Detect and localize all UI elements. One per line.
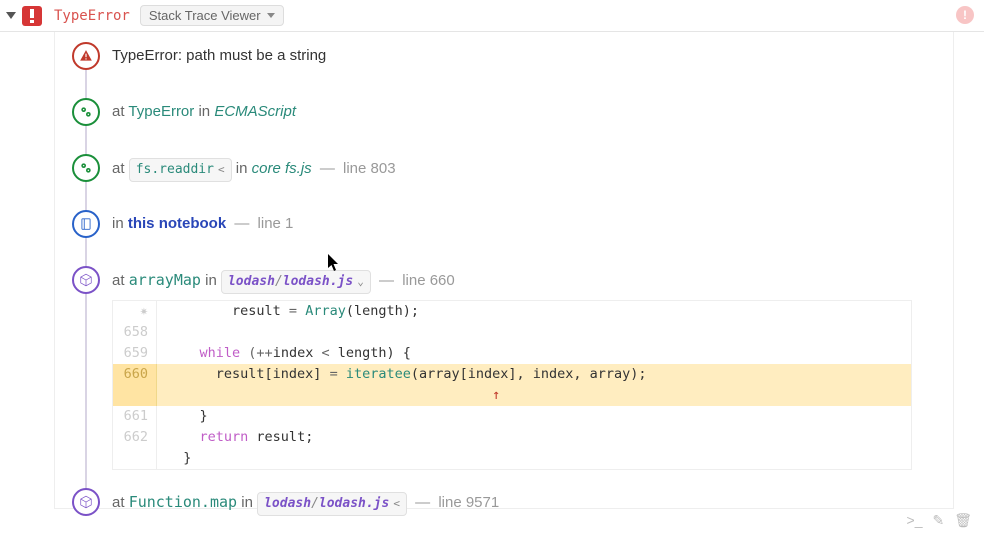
path-pill[interactable]: lodash/lodash.js ⌄ <box>221 270 371 294</box>
trash-icon[interactable]: 🗑 <box>954 512 972 529</box>
code-content: result = Array(length); <box>157 301 911 322</box>
at-label: at <box>112 103 125 120</box>
code-content <box>157 322 911 343</box>
code-snippet: ✷ result = Array(length);658659 while (+… <box>112 300 912 470</box>
error-badge-icon <box>22 6 42 26</box>
code-content: ↑ <box>157 385 911 406</box>
in-label: in <box>205 272 217 289</box>
stack-timeline: TypeError: path must be a string at Type… <box>32 42 984 516</box>
at-label: at <box>112 272 125 289</box>
code-content: result[index] = iteratee(array[index], i… <box>157 364 911 385</box>
gutter: 661 <box>113 406 157 427</box>
frame-function-map: at Function.map in lodash/lodash.js < — … <box>32 488 984 516</box>
chevron-left-icon: < <box>218 160 225 180</box>
dash: — <box>320 160 335 177</box>
gutter: 659 <box>113 343 157 364</box>
fn-link[interactable]: TypeError <box>128 103 194 120</box>
code-content: } <box>157 406 911 427</box>
path-pill[interactable]: lodash/lodash.js < <box>257 492 407 516</box>
chevron-down-icon: ⌄ <box>357 272 364 292</box>
viewer-select-label: Stack Trace Viewer <box>149 8 261 23</box>
code-line: 659 while (++index < length) { <box>113 343 911 364</box>
in-label: in <box>241 494 253 511</box>
code-content: while (++index < length) { <box>157 343 911 364</box>
code-line: ✷ result = Array(length); <box>113 301 911 322</box>
edit-icon[interactable]: ✎ <box>932 512 944 529</box>
alert-triangle-icon <box>72 42 100 70</box>
at-label: at <box>112 160 125 177</box>
frame-error: TypeError: path must be a string <box>32 42 984 70</box>
gutter: 660 <box>113 364 157 385</box>
package-icon <box>72 488 100 516</box>
frame-notebook: in this notebook — line 1 <box>32 210 984 238</box>
in-label: in <box>112 215 124 232</box>
fn-pill-label: fs.readdir <box>136 160 214 180</box>
fn-label[interactable]: Function.map <box>129 493 237 511</box>
error-message: TypeError: path must be a string <box>112 47 326 64</box>
viewer-select[interactable]: Stack Trace Viewer <box>140 5 284 26</box>
chevron-down-icon <box>267 13 275 18</box>
line-info: line 660 <box>402 272 455 289</box>
line-info: line 1 <box>258 215 294 232</box>
at-label: at <box>112 494 125 511</box>
code-line: } <box>113 448 911 469</box>
error-caret-icon: ↑ <box>492 387 500 403</box>
code-line: 662 return result; <box>113 427 911 448</box>
error-type-label: TypeError <box>54 8 130 24</box>
in-label: in <box>198 103 210 120</box>
terminal-icon[interactable]: >_ <box>907 512 923 529</box>
source-label[interactable]: ECMAScript <box>214 103 296 120</box>
fn-label[interactable]: arrayMap <box>129 271 201 289</box>
code-content: return result; <box>157 427 911 448</box>
code-line-highlighted: ↑ <box>113 385 911 406</box>
gutter <box>113 385 157 406</box>
package-icon <box>72 266 100 294</box>
code-line-highlighted: 660 result[index] = iteratee(array[index… <box>113 364 911 385</box>
in-label: in <box>236 160 248 177</box>
warning-dot-icon[interactable] <box>956 6 974 24</box>
frame-fs-readdir: at fs.readdir < in core fs.js — line 803 <box>32 154 984 182</box>
gears-icon <box>72 98 100 126</box>
code-line: 661 } <box>113 406 911 427</box>
code-content: } <box>157 448 911 469</box>
dash: — <box>415 494 430 511</box>
line-info: line 9571 <box>438 494 499 511</box>
chevron-left-icon: < <box>393 494 400 514</box>
notebook-link[interactable]: this notebook <box>128 215 226 232</box>
footer-toolbar: >_ ✎ 🗑 <box>907 512 972 529</box>
header: TypeError Stack Trace Viewer <box>0 0 984 32</box>
gutter: 662 <box>113 427 157 448</box>
frame-arraymap: at arrayMap in lodash/lodash.js ⌄ — line… <box>32 266 984 294</box>
code-line: 658 <box>113 322 911 343</box>
gutter <box>113 448 157 469</box>
dash: — <box>234 215 249 232</box>
collapse-toggle[interactable] <box>6 12 16 19</box>
notebook-icon <box>72 210 100 238</box>
stack-trace-panel: TypeError Stack Trace Viewer TypeError: … <box>0 0 984 535</box>
frame-typeerror: at TypeError in ECMAScript <box>32 98 984 126</box>
gutter: ✷ <box>113 301 157 322</box>
line-info: line 803 <box>343 160 396 177</box>
fn-pill[interactable]: fs.readdir < <box>129 158 232 182</box>
gears-icon <box>72 154 100 182</box>
dash: — <box>379 272 394 289</box>
gutter: 658 <box>113 322 157 343</box>
source-label[interactable]: core fs.js <box>252 160 312 177</box>
